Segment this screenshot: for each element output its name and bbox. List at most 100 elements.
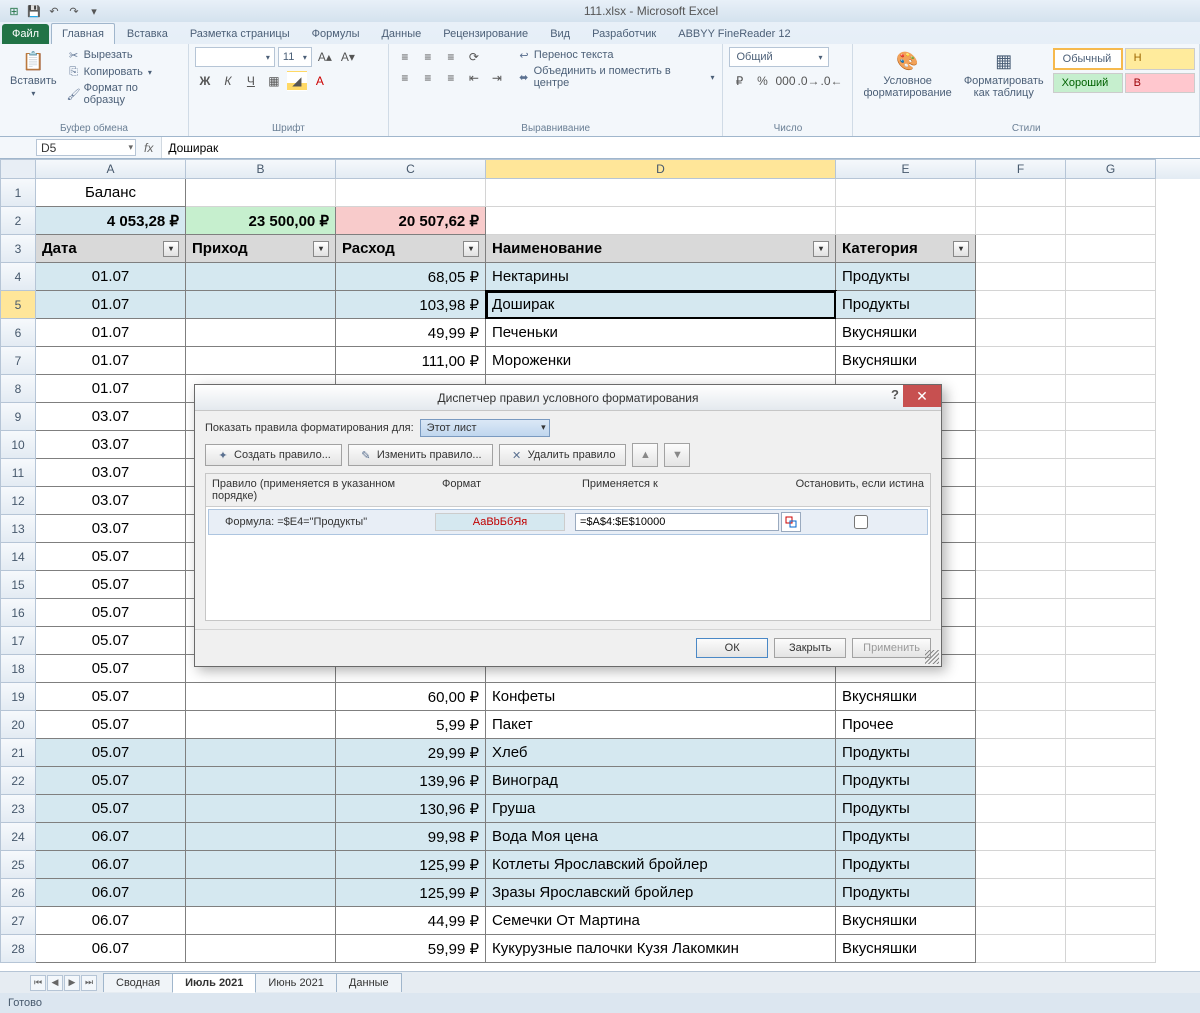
name-box[interactable]: D5▾ — [36, 139, 136, 156]
cell[interactable]: 4 053,28 ₽ — [36, 207, 186, 235]
rule-applies-input[interactable] — [575, 513, 779, 531]
cell[interactable] — [976, 319, 1066, 347]
cell[interactable]: 01.07 — [36, 319, 186, 347]
cell[interactable] — [336, 179, 486, 207]
cell[interactable] — [1066, 207, 1156, 235]
cell[interactable] — [836, 179, 976, 207]
align-left-icon[interactable]: ≡ — [395, 68, 415, 88]
cell[interactable]: Вкусняшки — [836, 319, 976, 347]
format-as-table-button[interactable]: ▦ Форматировать как таблицу — [960, 47, 1048, 101]
cell[interactable] — [1066, 459, 1156, 487]
cell[interactable] — [1066, 599, 1156, 627]
cell[interactable] — [976, 263, 1066, 291]
decrease-font-icon[interactable]: A▾ — [338, 47, 358, 67]
cell[interactable] — [976, 739, 1066, 767]
sheet-tab[interactable]: Данные — [336, 973, 402, 992]
cell[interactable]: 01.07 — [36, 263, 186, 291]
cell[interactable] — [1066, 431, 1156, 459]
cell[interactable]: Продукты — [836, 263, 976, 291]
sheet-last-icon[interactable]: ⏭ — [81, 975, 97, 991]
cell[interactable]: Вкусняшки — [836, 935, 976, 963]
cell[interactable] — [1066, 683, 1156, 711]
tab-Вид[interactable]: Вид — [540, 24, 580, 44]
tab-Данные[interactable]: Данные — [371, 24, 431, 44]
cell[interactable]: Продукты — [836, 823, 976, 851]
row-header[interactable]: 22 — [0, 767, 36, 795]
row-header[interactable]: 23 — [0, 795, 36, 823]
col-header-F[interactable]: F — [976, 159, 1066, 179]
cell[interactable]: 05.07 — [36, 711, 186, 739]
save-icon[interactable]: 💾 — [26, 3, 42, 19]
cut-button[interactable]: ✂Вырезать — [65, 47, 182, 63]
currency-icon[interactable]: ₽ — [729, 71, 749, 91]
col-header-C[interactable]: C — [336, 159, 486, 179]
cell[interactable] — [186, 767, 336, 795]
cell[interactable]: Продукты — [836, 767, 976, 795]
cell[interactable]: Вкусняшки — [836, 683, 976, 711]
cell[interactable]: 05.07 — [36, 599, 186, 627]
delete-rule-button[interactable]: ✕Удалить правило — [499, 444, 627, 466]
percent-icon[interactable]: % — [752, 71, 772, 91]
row-header[interactable]: 18 — [0, 655, 36, 683]
cell[interactable] — [1066, 319, 1156, 347]
row-header[interactable]: 1 — [0, 179, 36, 207]
font-color-button[interactable]: A — [310, 71, 330, 91]
sheet-first-icon[interactable]: ⏮ — [30, 975, 46, 991]
cell[interactable] — [1066, 823, 1156, 851]
cell[interactable] — [976, 711, 1066, 739]
cell[interactable] — [1066, 543, 1156, 571]
rule-row[interactable]: Формула: =$E4="Продукты" АаBbБбЯя — [208, 509, 928, 535]
cell[interactable] — [976, 571, 1066, 599]
cell[interactable]: 03.07 — [36, 459, 186, 487]
cell[interactable] — [976, 851, 1066, 879]
cell[interactable]: 20 507,62 ₽ — [336, 207, 486, 235]
cell[interactable]: Семечки От Мартина — [486, 907, 836, 935]
thousands-icon[interactable]: 000 — [775, 71, 795, 91]
cell[interactable] — [1066, 907, 1156, 935]
row-header[interactable]: 7 — [0, 347, 36, 375]
cell[interactable] — [976, 795, 1066, 823]
cell[interactable]: Продукты — [836, 739, 976, 767]
cell[interactable] — [976, 543, 1066, 571]
cell[interactable] — [976, 823, 1066, 851]
row-header[interactable]: 25 — [0, 851, 36, 879]
cell[interactable]: 60,00 ₽ — [336, 683, 486, 711]
cell[interactable] — [1066, 655, 1156, 683]
cell[interactable]: 05.07 — [36, 739, 186, 767]
cell[interactable]: Вода Моя цена — [486, 823, 836, 851]
col-header-D[interactable]: D — [486, 159, 836, 179]
apply-button[interactable]: Применить — [852, 638, 931, 658]
cell[interactable]: 06.07 — [36, 907, 186, 935]
cell[interactable] — [186, 263, 336, 291]
row-header[interactable]: 11 — [0, 459, 36, 487]
cell[interactable] — [186, 879, 336, 907]
col-header-G[interactable]: G — [1066, 159, 1156, 179]
cell[interactable]: 01.07 — [36, 375, 186, 403]
cell[interactable] — [976, 907, 1066, 935]
cell[interactable]: Вкусняшки — [836, 347, 976, 375]
cell[interactable]: Доширак — [486, 291, 836, 319]
cell[interactable]: 05.07 — [36, 795, 186, 823]
ok-button[interactable]: ОК — [696, 638, 768, 658]
cell[interactable]: 5,99 ₽ — [336, 711, 486, 739]
cell[interactable] — [1066, 515, 1156, 543]
cell[interactable]: 01.07 — [36, 291, 186, 319]
cell[interactable]: Хлеб — [486, 739, 836, 767]
cell[interactable]: Прочее — [836, 711, 976, 739]
cell[interactable] — [1066, 235, 1156, 263]
tab-Главная[interactable]: Главная — [51, 23, 115, 44]
cell[interactable] — [976, 599, 1066, 627]
stop-if-true-checkbox[interactable] — [854, 515, 868, 529]
cell[interactable]: 111,00 ₽ — [336, 347, 486, 375]
dialog-title-bar[interactable]: Диспетчер правил условного форматировани… — [195, 385, 941, 411]
row-header[interactable]: 26 — [0, 879, 36, 907]
style-neutral[interactable]: Н — [1125, 48, 1195, 70]
cell[interactable]: Продукты — [836, 291, 976, 319]
cell[interactable] — [186, 935, 336, 963]
cell[interactable]: Продукты — [836, 851, 976, 879]
cell[interactable] — [976, 655, 1066, 683]
row-header[interactable]: 9 — [0, 403, 36, 431]
row-header[interactable]: 6 — [0, 319, 36, 347]
cell[interactable] — [486, 179, 836, 207]
cell[interactable]: Зразы Ярославский бройлер — [486, 879, 836, 907]
